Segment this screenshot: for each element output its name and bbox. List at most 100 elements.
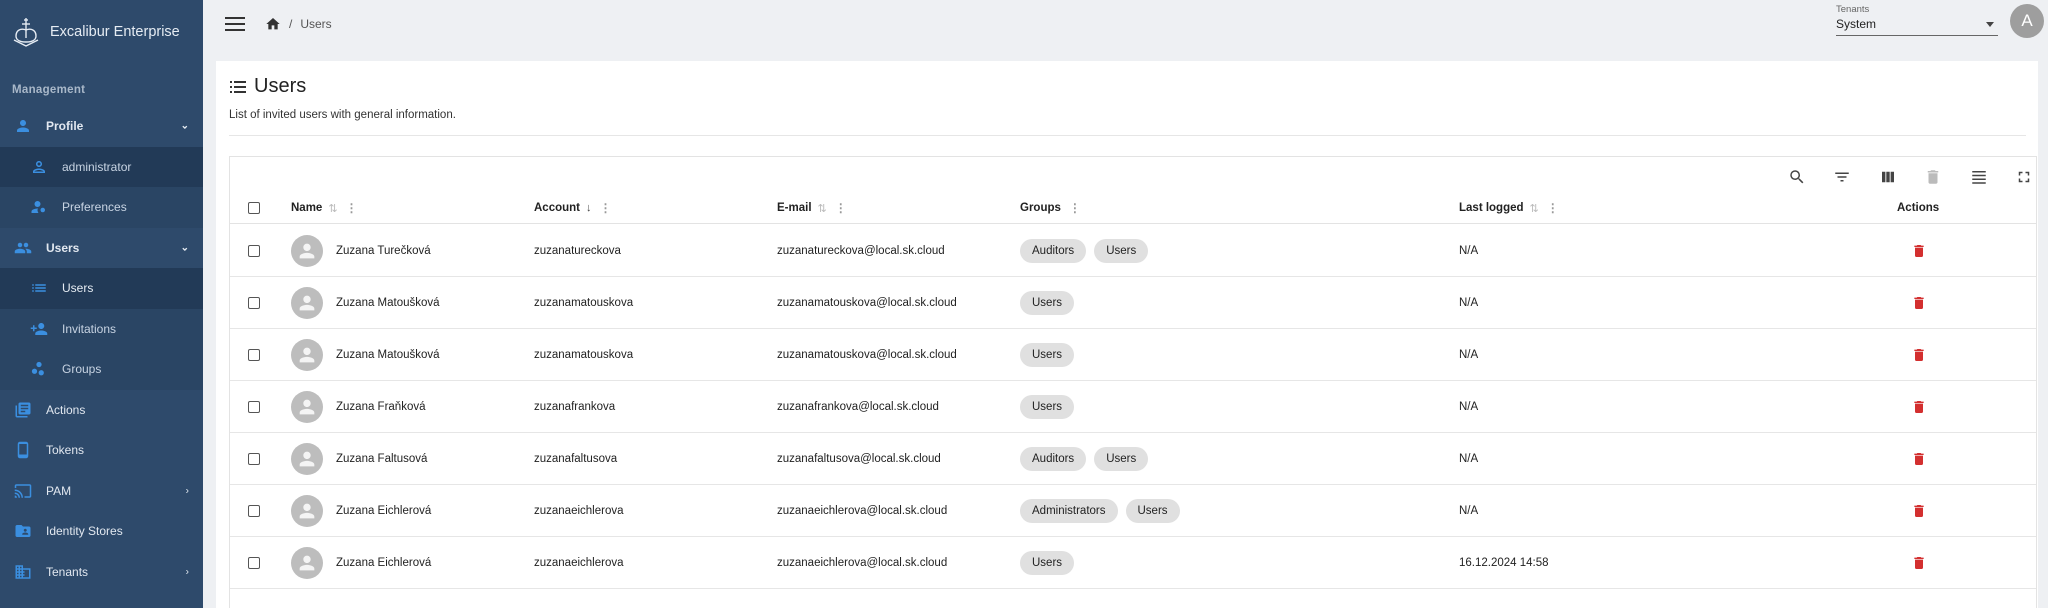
column-name-label: Name: [291, 202, 323, 214]
row-checkbox[interactable]: [248, 297, 260, 309]
user-email: zuzanafrankova@local.sk.cloud: [777, 401, 939, 413]
folder-person-icon: [14, 522, 32, 540]
row-checkbox[interactable]: [248, 453, 260, 465]
building-icon: [14, 563, 32, 581]
columns-icon[interactable]: [1876, 165, 1900, 189]
column-actions-label: Actions: [1897, 202, 1940, 214]
sidebar-item-identity-stores[interactable]: Identity Stores: [0, 511, 203, 552]
table-toolbar: [1763, 163, 2036, 191]
table-row[interactable]: Zuzana Eichlerová zuzanaeichlerova zuzan…: [230, 537, 2036, 589]
avatar: [291, 287, 323, 319]
delete-icon[interactable]: [1911, 398, 1927, 416]
group-chip: Users: [1094, 447, 1149, 471]
tenant-select[interactable]: Tenants System: [1836, 4, 1998, 36]
sort-desc-icon[interactable]: ↓: [586, 202, 592, 214]
user-name: Zuzana Turečková: [336, 245, 431, 257]
sidebar-item-actions[interactable]: Actions: [0, 390, 203, 431]
table-row[interactable]: Zuzana Fraňková zuzanafrankova zuzanafra…: [230, 381, 2036, 433]
column-groups[interactable]: Groups ⋮: [1020, 192, 1081, 224]
delete-selected-icon[interactable]: [1921, 165, 1945, 189]
row-checkbox[interactable]: [248, 401, 260, 413]
groups-icon: [30, 360, 48, 378]
table-row[interactable]: Zuzana Matoušková zuzanamatouskova zuzan…: [230, 277, 2036, 329]
sidebar-item-users[interactable]: Users ⌄: [0, 228, 203, 269]
sidebar-item-tokens[interactable]: Tokens: [0, 430, 203, 471]
home-icon[interactable]: [265, 16, 281, 32]
chevron-right-icon: ›: [185, 485, 189, 497]
table-header: Name ⇅ ⋮ Account ↓ ⋮ E-mail ⇅ ⋮ Groups ⋮…: [230, 192, 2036, 224]
column-menu-icon[interactable]: ⋮: [346, 201, 358, 215]
group-chip: Users: [1020, 551, 1075, 575]
person-add-icon: [30, 320, 48, 338]
brand[interactable]: Excalibur Enterprise: [0, 0, 203, 64]
column-menu-icon[interactable]: ⋮: [600, 201, 612, 215]
sidebar-item-administrator[interactable]: administrator: [0, 146, 203, 187]
sidebar-item-profile[interactable]: Profile ⌄: [0, 106, 203, 147]
tenant-value[interactable]: System: [1836, 17, 1998, 36]
menu-icon[interactable]: [225, 17, 245, 31]
last-logged: N/A: [1459, 505, 1479, 517]
breadcrumb: / Users: [265, 16, 332, 32]
row-checkbox[interactable]: [248, 245, 260, 257]
sidebar-item-tenants[interactable]: Tenants ›: [0, 552, 203, 593]
density-icon[interactable]: [1967, 165, 1991, 189]
row-checkbox[interactable]: [248, 349, 260, 361]
table-row[interactable]: Zuzana Faltusová zuzanafaltusova zuzanaf…: [230, 433, 2036, 485]
avatar: [291, 495, 323, 527]
row-checkbox[interactable]: [248, 505, 260, 517]
avatar: [291, 235, 323, 267]
excalibur-logo-icon: [13, 18, 39, 47]
delete-icon[interactable]: [1911, 242, 1927, 260]
fullscreen-icon[interactable]: [2012, 165, 2036, 189]
delete-icon[interactable]: [1911, 294, 1927, 312]
table-row[interactable]: Zuzana Matoušková zuzanamatouskova zuzan…: [230, 329, 2036, 381]
user-account: zuzanafrankova: [534, 401, 616, 413]
user-email: zuzanaeichlerova@local.sk.cloud: [777, 557, 948, 569]
group-chip: Users: [1094, 239, 1149, 263]
group-chip: Users: [1020, 395, 1075, 419]
top-bar: / Users Tenants System A: [203, 0, 2048, 48]
sidebar-item-users-list[interactable]: Users: [0, 268, 203, 309]
table-row[interactable]: Zuzana Turečková zuzanatureckova zuzanat…: [230, 225, 2036, 277]
sidebar-item-label: administrator: [62, 159, 132, 174]
last-logged: N/A: [1459, 245, 1479, 257]
sidebar-item-label: Tenants: [46, 564, 89, 579]
column-account[interactable]: Account ↓ ⋮: [534, 192, 612, 224]
tenant-selected-value: System: [1836, 17, 1877, 31]
delete-icon[interactable]: [1911, 450, 1927, 468]
delete-icon[interactable]: [1911, 554, 1927, 572]
sort-icon[interactable]: ⇅: [818, 202, 827, 215]
delete-icon[interactable]: [1911, 502, 1927, 520]
sidebar-item-pam[interactable]: PAM ›: [0, 471, 203, 512]
search-icon[interactable]: [1785, 165, 1809, 189]
sidebar-item-label: Actions: [46, 402, 86, 417]
column-email[interactable]: E-mail ⇅ ⋮: [777, 192, 847, 224]
column-menu-icon[interactable]: ⋮: [1547, 201, 1559, 215]
group-chip: Auditors: [1020, 447, 1087, 471]
sidebar-item-groups[interactable]: Groups: [0, 349, 203, 390]
sidebar-item-invitations[interactable]: Invitations: [0, 308, 203, 349]
column-last-logged[interactable]: Last logged ⇅ ⋮: [1459, 192, 1559, 224]
column-menu-icon[interactable]: ⋮: [1069, 201, 1081, 215]
delete-icon[interactable]: [1911, 346, 1927, 364]
person-outline-icon: [30, 158, 48, 176]
column-menu-icon[interactable]: ⋮: [835, 201, 847, 215]
column-name[interactable]: Name ⇅ ⋮: [291, 192, 358, 224]
table-row[interactable]: Zuzana Eichlerová zuzanaeichlerova zuzan…: [230, 485, 2036, 537]
column-groups-label: Groups: [1020, 202, 1061, 214]
dropdown-caret-icon: [1986, 22, 1994, 27]
select-all-checkbox[interactable]: [248, 202, 260, 214]
group-chip: Users: [1125, 499, 1180, 523]
sort-icon[interactable]: ⇅: [328, 202, 337, 215]
row-checkbox[interactable]: [248, 557, 260, 569]
user-email: zuzanaeichlerova@local.sk.cloud: [777, 505, 948, 517]
sidebar-item-preferences[interactable]: Preferences: [0, 187, 203, 228]
sort-icon[interactable]: ⇅: [1530, 202, 1539, 215]
user-avatar[interactable]: A: [2010, 4, 2044, 38]
filter-icon[interactable]: [1830, 165, 1854, 189]
divider: [229, 135, 2026, 136]
phone-icon: [14, 441, 32, 459]
column-actions: Actions: [1897, 192, 1939, 224]
last-logged: N/A: [1459, 297, 1479, 309]
person-settings-icon: [30, 198, 48, 216]
